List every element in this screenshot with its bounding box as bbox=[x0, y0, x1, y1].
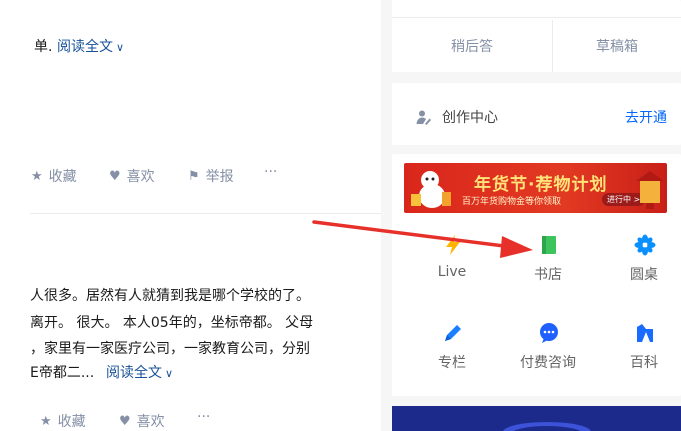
read-more-link[interactable]: 阅读全文 ∨ bbox=[57, 36, 124, 56]
tools-card: 年货节·荐物计划 百万年货购物金等你领取 进行中 > Live 书店 圆桌 专栏… bbox=[392, 154, 681, 396]
encyclopedia-icon bbox=[637, 324, 653, 342]
like-button[interactable]: ♥ 喜欢 bbox=[109, 166, 155, 186]
bookstore-tool[interactable]: 书店 bbox=[500, 226, 596, 306]
answer-tabs-card: 稍后答 草稿箱 bbox=[392, 0, 681, 72]
column-tool[interactable]: 专栏 bbox=[404, 314, 500, 394]
answer-snippet: 单. bbox=[34, 39, 53, 55]
creator-center-card: 创作中心 去开通 bbox=[392, 83, 681, 145]
feed-panel: 单. 阅读全文 ∨ ★ 收藏 ♥ 喜欢 ⚑ 举报 ··· 人很多。居然有人就猜到我… bbox=[0, 0, 381, 431]
more-label: ··· bbox=[197, 409, 211, 425]
read-more-label: 阅读全文 bbox=[57, 39, 113, 55]
bookstore-label: 书店 bbox=[534, 267, 562, 283]
column-label: 专栏 bbox=[438, 355, 466, 371]
feed-divider bbox=[30, 213, 381, 214]
banner-title: 年货节·荐物计划 bbox=[474, 175, 608, 195]
book-icon bbox=[542, 236, 556, 254]
later-answer-label: 稍后答 bbox=[451, 39, 493, 55]
favorite-button[interactable]: ★ 收藏 bbox=[31, 166, 77, 186]
live-label: Live bbox=[437, 264, 467, 280]
heart-icon: ♥ bbox=[109, 168, 121, 184]
live-tool[interactable]: Live bbox=[404, 226, 500, 306]
heart-icon: ♥ bbox=[119, 413, 131, 429]
lightning-icon bbox=[446, 235, 460, 255]
later-answer-tab[interactable]: 稍后答 bbox=[392, 10, 552, 82]
more-button[interactable]: ··· bbox=[197, 409, 210, 425]
encyclopedia-label: 百科 bbox=[630, 355, 658, 371]
answer-line-3: ，家里有一家医疗公司，一家教育公司，分别 bbox=[30, 341, 310, 357]
like-label: 喜欢 bbox=[126, 169, 155, 185]
chat-bubble-icon bbox=[540, 323, 558, 343]
star-icon: ★ bbox=[31, 168, 43, 184]
banner-subtitle: 百万年货购物金等你领取 bbox=[462, 197, 562, 207]
roundtable-label: 圆桌 bbox=[630, 267, 658, 283]
mascot-illustration bbox=[411, 171, 451, 208]
like-label: 喜欢 bbox=[136, 414, 165, 430]
promo-banner[interactable]: 年货节·荐物计划 百万年货购物金等你领取 进行中 > bbox=[404, 163, 667, 213]
report-label: 举报 bbox=[205, 169, 234, 185]
flag-icon: ⚑ bbox=[188, 168, 200, 184]
pen-icon bbox=[445, 325, 461, 341]
pinwheel-icon bbox=[634, 234, 656, 256]
paid-consult-label: 付费咨询 bbox=[520, 355, 576, 371]
creator-user-icon bbox=[416, 110, 431, 125]
chevron-down-icon: ∨ bbox=[165, 367, 174, 380]
report-button[interactable]: ⚑ 举报 bbox=[188, 166, 234, 186]
lantern-illustration bbox=[636, 171, 664, 209]
answer-line-4: E帝都二... bbox=[30, 365, 95, 381]
encyclopedia-tool[interactable]: 百科 bbox=[596, 314, 681, 394]
read-more-label: 阅读全文 bbox=[106, 365, 162, 381]
chevron-down-icon: ∨ bbox=[116, 41, 125, 54]
answer-line-1: 人很多。居然有人就猜到我是哪个学校的了。 bbox=[30, 288, 310, 304]
paid-consult-tool[interactable]: 付费咨询 bbox=[500, 314, 596, 394]
favorite-button[interactable]: ★ 收藏 bbox=[40, 411, 86, 431]
favorite-label: 收藏 bbox=[48, 169, 77, 185]
roundtable-tool[interactable]: 圆桌 bbox=[596, 226, 681, 306]
like-button[interactable]: ♥ 喜欢 bbox=[119, 411, 165, 431]
star-icon: ★ bbox=[40, 413, 52, 429]
promo-art bbox=[503, 422, 591, 431]
activate-link[interactable]: 去开通 bbox=[625, 107, 667, 127]
more-label: ··· bbox=[264, 164, 278, 180]
more-button[interactable]: ··· bbox=[264, 164, 277, 180]
creator-center-label: 创作中心 bbox=[442, 110, 498, 126]
bottom-promo-card[interactable] bbox=[392, 406, 681, 431]
drafts-tab[interactable]: 草稿箱 bbox=[553, 10, 681, 82]
favorite-label: 收藏 bbox=[57, 414, 86, 430]
answer-line-2: 离开。 很大。 本人05年的，坐标帝都。 父母 bbox=[30, 315, 314, 331]
read-more-link[interactable]: 阅读全文 ∨ bbox=[106, 362, 173, 382]
drafts-label: 草稿箱 bbox=[596, 39, 638, 55]
